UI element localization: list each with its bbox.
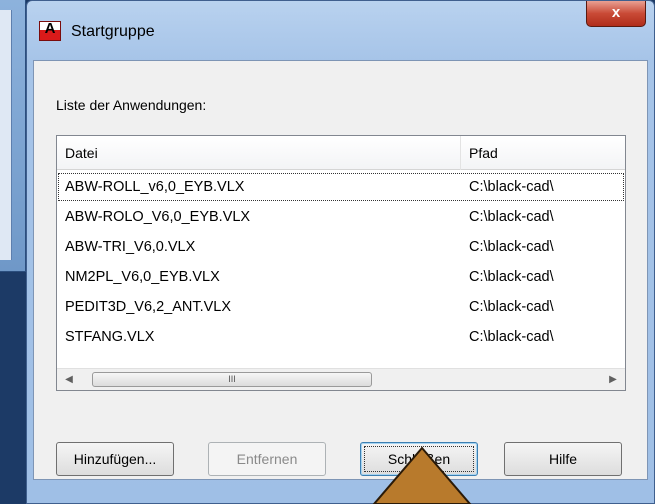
- list-row[interactable]: NM2PL_V6,0_EYB.VLX C:\black-cad\: [57, 262, 625, 292]
- app-icon-letter: A: [44, 20, 56, 37]
- autocad-app-icon: A: [39, 20, 61, 41]
- row-file: ABW-TRI_V6,0.VLX: [65, 239, 196, 255]
- row-file: STFANG.VLX: [65, 329, 155, 345]
- scroll-grip: III: [228, 374, 236, 384]
- focus-rectangle: [364, 446, 474, 472]
- row-path: C:\black-cad\: [469, 179, 554, 195]
- add-button-label: Hinzufügen...: [73, 451, 157, 467]
- background-window-pane: [0, 10, 12, 260]
- background-window: [0, 0, 26, 272]
- title-bar[interactable]: A Startgruppe x: [27, 1, 654, 63]
- scroll-right-arrow-icon[interactable]: ▶: [603, 369, 623, 390]
- row-path: C:\black-cad\: [469, 299, 554, 315]
- list-header: Datei Pfad: [57, 136, 625, 170]
- list-rows: ABW-ROLL_v6,0_EYB.VLX C:\black-cad\ ABW-…: [57, 172, 625, 352]
- scroll-left-arrow-icon[interactable]: ◀: [59, 369, 79, 390]
- remove-button-label: Entfernen: [236, 451, 298, 467]
- row-file: ABW-ROLL_v6,0_EYB.VLX: [65, 179, 245, 195]
- row-file: PEDIT3D_V6,2_ANT.VLX: [65, 299, 232, 315]
- column-header-file[interactable]: Datei: [57, 136, 461, 170]
- close-button[interactable]: Schließen: [360, 442, 478, 476]
- close-icon: x: [611, 4, 621, 21]
- column-header-path[interactable]: Pfad: [461, 136, 625, 170]
- row-file: NM2PL_V6,0_EYB.VLX: [65, 269, 220, 285]
- row-path: C:\black-cad\: [469, 269, 554, 285]
- dialog-title: Startgruppe: [71, 23, 155, 40]
- row-path: C:\black-cad\: [469, 329, 554, 345]
- list-row[interactable]: ABW-TRI_V6,0.VLX C:\black-cad\: [57, 232, 625, 262]
- horizontal-scrollbar[interactable]: ◀ III ▶: [57, 368, 625, 390]
- row-path: C:\black-cad\: [469, 209, 554, 225]
- list-row[interactable]: ABW-ROLL_v6,0_EYB.VLX C:\black-cad\: [57, 172, 625, 202]
- list-row[interactable]: STFANG.VLX C:\black-cad\: [57, 322, 625, 352]
- remove-button[interactable]: Entfernen: [208, 442, 326, 476]
- row-file: ABW-ROLO_V6,0_EYB.VLX: [65, 209, 251, 225]
- list-caption: Liste der Anwendungen:: [56, 97, 207, 113]
- help-button-label: Hilfe: [548, 451, 577, 467]
- close-window-button[interactable]: x: [586, 1, 646, 27]
- application-list[interactable]: Datei Pfad ABW-ROLL_v6,0_EYB.VLX C:\blac…: [56, 135, 626, 391]
- row-path: C:\black-cad\: [469, 239, 554, 255]
- scrollbar-thumb[interactable]: III: [92, 372, 372, 387]
- add-button[interactable]: Hinzufügen...: [56, 442, 174, 476]
- help-button[interactable]: Hilfe: [504, 442, 622, 476]
- startgruppe-dialog: A Startgruppe x Liste der Anwendungen: D…: [26, 0, 655, 504]
- list-row[interactable]: PEDIT3D_V6,2_ANT.VLX C:\black-cad\: [57, 292, 625, 322]
- dialog-client-area: Liste der Anwendungen: Datei Pfad ABW-RO…: [33, 60, 648, 480]
- list-row[interactable]: ABW-ROLO_V6,0_EYB.VLX C:\black-cad\: [57, 202, 625, 232]
